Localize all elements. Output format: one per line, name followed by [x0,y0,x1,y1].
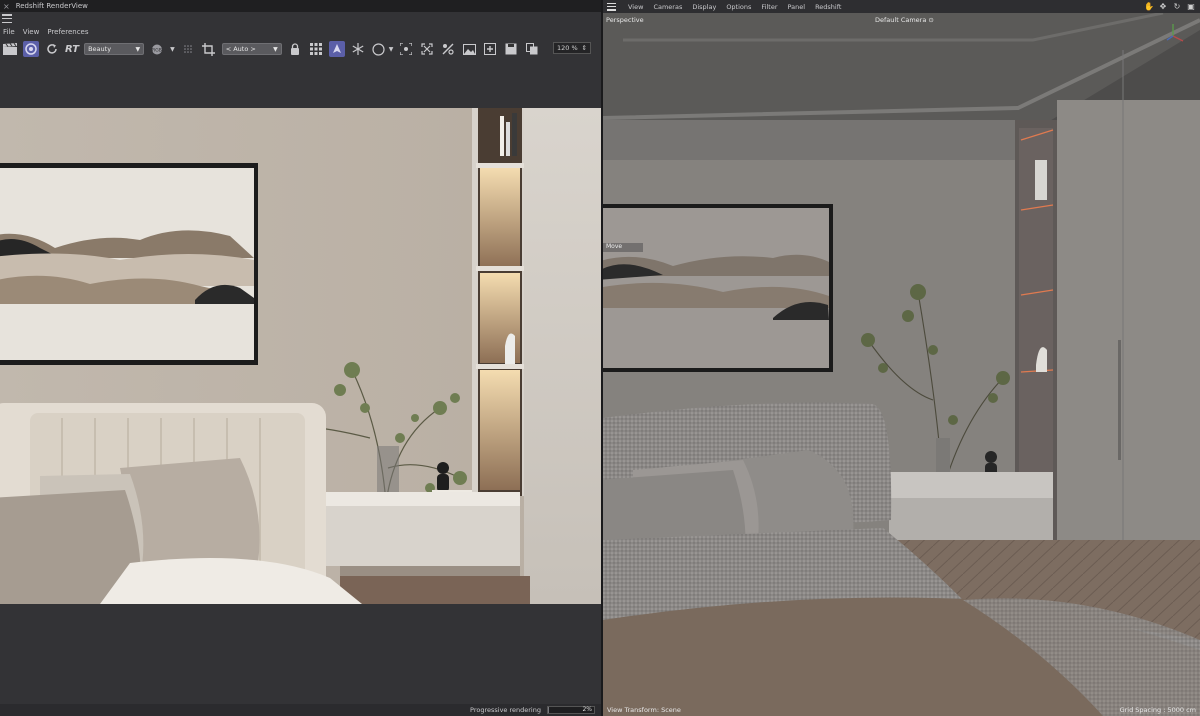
copy-icon[interactable] [524,41,540,57]
renderview-menubar: File View Preferences [0,26,89,38]
camera-label[interactable]: Default Camera ⊙ [875,16,934,24]
rotate-icon[interactable]: ↻ [1172,1,1182,11]
zoom-field[interactable]: 120 % ⇕ [553,42,591,54]
move-arrows-icon[interactable]: ✥ [1158,1,1168,11]
grid-spacing-label: Grid Spacing : 5000 cm [1119,706,1196,714]
lock-icon[interactable] [287,41,303,57]
pan-hand-icon[interactable]: ✋ [1144,1,1154,11]
menu-file[interactable]: File [3,28,15,36]
render-progress-label: 2% [582,706,592,713]
viewport-menubar: View Cameras Display Options Filter Pane… [603,0,1200,13]
refresh-icon[interactable] [44,41,60,57]
snowflake-icon[interactable] [350,41,366,57]
hamburger-menu-icon[interactable] [2,14,12,23]
rt-button[interactable]: RT [65,44,79,55]
crop-icon[interactable] [201,41,217,57]
add-snapshot-icon[interactable] [482,41,498,57]
render-status-text: Progressive rendering [470,706,541,714]
app-window: × Redshift RenderView File View Preferen… [0,0,1200,716]
menu-view[interactable]: View [23,28,40,36]
chevron-down-icon: ▼ [135,45,141,53]
render-image [0,108,601,604]
pointer-pick-icon[interactable] [328,41,345,57]
viewport-menu-cameras[interactable]: Cameras [653,3,682,11]
viewport-nav-icons: ✋ ✥ ↻ ▣ [1144,1,1196,11]
camera-icon: ⊙ [928,16,934,24]
region-select[interactable]: < Auto > ▼ [221,43,282,55]
image-icon[interactable] [461,41,477,57]
viewport-menu-options[interactable]: Options [726,3,751,11]
move-tool-tag: Move [603,243,643,252]
grid-dots-icon[interactable] [180,41,196,57]
view-name-label: Perspective [606,16,644,24]
viewport-panel: View Cameras Display Options Filter Pane… [603,0,1200,716]
color-channel-icon[interactable]: RGB [149,41,165,57]
viewport-menu-redshift[interactable]: Redshift [815,3,841,11]
render-progress-fill [548,707,549,713]
clapperboard-icon[interactable] [2,41,18,57]
zoom-value: 120 % [557,44,578,52]
close-icon[interactable]: × [3,2,10,11]
renderview-panel: × Redshift RenderView File View Preferen… [0,0,601,716]
render-start-button[interactable] [23,41,39,57]
viewport-menu-panel[interactable]: Panel [788,3,806,11]
render-progress-bar: 2% [547,706,595,714]
stepper-icon[interactable]: ⇕ [582,44,587,52]
maximize-icon[interactable]: ▣ [1186,1,1196,11]
renderview-statusbar: Progressive rendering 2% [0,704,601,716]
renderview-toolbar: RT Beauty ▼ RGB ▼ < Auto > ▼ ▼ [0,39,601,59]
focus-frame-icon[interactable] [398,41,414,57]
viewport-menu-filter[interactable]: Filter [761,3,777,11]
bedroom-render [0,108,601,604]
circle-select-icon[interactable] [371,41,387,57]
menu-preferences[interactable]: Preferences [47,28,88,36]
region-select-value: < Auto > [225,45,256,53]
compare-icon[interactable] [440,41,456,57]
viewport-scene [603,11,1200,716]
camera-name: Default Camera [875,16,927,24]
grid-icon[interactable] [308,41,324,57]
viewport-menu-display[interactable]: Display [692,3,716,11]
save-snapshot-icon[interactable] [503,41,519,57]
svg-text:RGB: RGB [152,47,162,53]
aov-select-value: Beauty [88,45,112,53]
expand-icon[interactable] [419,41,435,57]
chevron-down-icon: ▼ [273,45,278,53]
renderview-titlebar: × Redshift RenderView [0,0,601,12]
chevron-down-icon[interactable]: ▼ [389,46,394,53]
viewport-menu-view[interactable]: View [628,3,643,11]
chevron-down-icon[interactable]: ▼ [170,46,175,53]
hamburger-menu-icon[interactable] [607,2,616,11]
viewport-footer: View Transform: Scene Grid Spacing : 500… [603,704,1200,716]
aov-select[interactable]: Beauty ▼ [84,43,145,55]
view-transform-label: View Transform: Scene [607,706,681,714]
renderview-title: Redshift RenderView [15,2,88,10]
